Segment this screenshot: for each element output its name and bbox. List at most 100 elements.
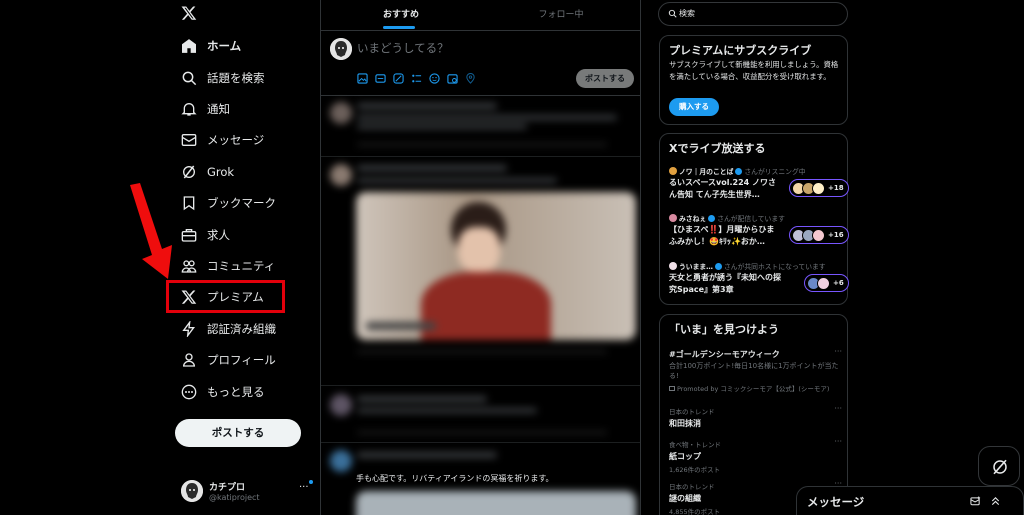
post-button[interactable]: ポストする (175, 419, 301, 447)
live-host: ノワ｜月のことば さんがリスニング中 (669, 166, 806, 176)
trends-card: 「いま」を見つけよう #ゴールデンシーモアウィーク 合計100万ポイント!毎日1… (659, 314, 848, 515)
account-handle: @katiproject (209, 493, 260, 502)
subscribe-button[interactable]: 購入する (669, 98, 719, 116)
live-item[interactable]: ういまま… さんが共同ホストになっています 天女と勇者が誘う『未知への探究Spac… (669, 261, 849, 303)
subscribe-title: プレミアムにサブスクライブ (669, 44, 812, 57)
highlight-box (166, 280, 285, 313)
tweet-text: 手も心配です。リバティアイランドの冥福を祈ります。 (356, 474, 554, 483)
new-message-icon[interactable] (970, 496, 981, 507)
schedule-icon[interactable] (447, 73, 458, 84)
location-icon[interactable] (465, 73, 476, 84)
chevron-up-icon[interactable] (990, 495, 1001, 507)
trend-name: 紙コップ (669, 452, 701, 461)
composer-post-button[interactable]: ポストする (576, 69, 634, 88)
verified-icon (708, 215, 716, 222)
search-input[interactable]: 検索 (658, 2, 848, 26)
bell-icon (181, 103, 197, 116)
live-item[interactable]: みさねぇ さんが配信しています 【ひまスペ‼️】月曜からひまふみかし！🤩ｷﾘｯ✨お… (669, 213, 849, 255)
emoji-icon[interactable] (429, 73, 440, 84)
more-icon[interactable]: ··· (834, 347, 842, 356)
trend-description: 合計100万ポイント!毎日10名様に1万ポイントが当たる! (669, 362, 839, 380)
image-icon[interactable] (357, 73, 368, 84)
search-placeholder: 検索 (679, 9, 695, 18)
nav-item-notifications[interactable]: 通知 (165, 94, 305, 124)
nav-item-label: メッセージ (207, 133, 265, 147)
person-icon (182, 353, 196, 367)
tab-following[interactable]: フォロー中 (481, 0, 640, 30)
community-icon (181, 260, 197, 273)
avatar (330, 38, 352, 60)
subscribe-body: サブスクライブして新機能を利用しましょう。資格を満たしている場合、収益配分を受け… (669, 60, 839, 81)
red-arrow-icon (130, 183, 172, 279)
poll-icon[interactable] (411, 73, 422, 84)
more-icon[interactable]: ··· (834, 437, 842, 446)
trend-name: 和田抹消 (669, 419, 701, 428)
divider (321, 95, 640, 96)
tweet-photo[interactable] (356, 491, 636, 515)
search-icon (182, 71, 197, 86)
more-icon[interactable]: ··· (299, 482, 309, 493)
tweet-photo (356, 192, 636, 340)
x-logo-icon[interactable] (181, 5, 197, 21)
right-sidebar: 検索 プレミアムにサブスクライブ サブスクライブして新機能を利用しましょう。資格… (658, 0, 850, 515)
trend-item[interactable]: 食べ物・トレンド 紙コップ 1,626件のポスト ··· (669, 437, 844, 474)
nav-item-label: 認証済み組織 (207, 322, 276, 336)
more-icon[interactable]: ··· (834, 404, 842, 413)
nav-item-grok[interactable]: Grok (165, 157, 305, 187)
avatar (181, 480, 203, 502)
trend-name: #ゴールデンシーモアウィーク (669, 350, 780, 359)
mail-icon (181, 134, 197, 146)
messages-drawer[interactable]: メッセージ (796, 486, 1024, 515)
nav-item-messages[interactable]: メッセージ (165, 125, 305, 155)
live-card: Xでライブ放送する ノワ｜月のことば さんがリスニング中 るいスペースvol.22… (659, 133, 849, 305)
home-icon (182, 39, 196, 53)
more-circle-icon (181, 384, 197, 400)
live-item-title: 【ひまスペ‼️】月曜からひまふみかし！🤩ｷﾘｯ✨おか… (669, 225, 775, 246)
main-feed: おすすめ フォロー中 いまどうしてる？ ポストする 手も心配です。リバティアイラ… (320, 0, 641, 515)
bookmark-icon (183, 196, 195, 211)
search-icon (668, 9, 677, 18)
gif-icon[interactable] (375, 73, 386, 84)
composer-input[interactable]: いまどうしてる？ (357, 40, 449, 56)
nav-item-label: 通知 (207, 102, 230, 116)
active-tab-indicator (383, 26, 415, 29)
divider (321, 385, 640, 386)
divider (321, 442, 640, 443)
trends-title: 「いま」を見つけよう (669, 323, 779, 336)
trend-count: 1,626件のポスト (669, 466, 721, 474)
divider (321, 156, 640, 157)
live-item-title: 天女と勇者が誘う『未知への探究Space』第3章 (669, 273, 781, 294)
trend-item[interactable]: 日本のトレンド 和田抹消 ··· (669, 404, 844, 429)
verified-icon (735, 168, 743, 175)
nav-item-communities[interactable]: コミュニティ (165, 251, 305, 281)
nav-item-jobs[interactable]: 求人 (165, 220, 305, 250)
nav-item-label: ブックマーク (207, 196, 276, 210)
nav-item-bookmarks[interactable]: ブックマーク (165, 188, 305, 218)
grok-compose-icon[interactable] (393, 73, 404, 84)
nav-item-home[interactable]: ホーム (165, 31, 305, 61)
live-host: みさねぇ さんが配信しています (669, 213, 785, 223)
nav-item-profile[interactable]: プロフィール (165, 345, 305, 375)
verified-icon (714, 263, 722, 270)
trend-item[interactable]: #ゴールデンシーモアウィーク 合計100万ポイント!毎日10名様に1万ポイントが… (669, 347, 844, 393)
trend-promoted: Promoted by コミックシーモア【公式】(シーモア) (669, 383, 844, 393)
grok-button[interactable] (978, 446, 1020, 486)
nav-item-verified-orgs[interactable]: 認証済み組織 (165, 314, 305, 344)
grok-icon (183, 165, 195, 179)
live-item-title: るいスペースvol.224 ノワさん告知 てん子先生世界… (669, 178, 777, 199)
nav-item-more[interactable]: もっと見る (165, 377, 305, 407)
account-switcher[interactable]: カチプロ @katiproject ··· (181, 478, 313, 508)
briefcase-icon (181, 229, 197, 242)
nav-item-label: 求人 (207, 228, 230, 242)
left-navigation: ホーム 話題を検索 通知 メッセージ Grok ブックマーク 求人 コミュニティ… (165, 0, 320, 515)
nav-item-explore[interactable]: 話題を検索 (165, 63, 305, 93)
unread-dot (309, 480, 313, 484)
nav-item-label: 話題を検索 (207, 71, 265, 85)
grok-icon (993, 459, 1007, 475)
trend-context: 日本のトレンド (669, 408, 715, 416)
nav-item-label: コミュニティ (207, 259, 276, 273)
listeners-pill: +6 (804, 274, 849, 292)
live-item[interactable]: ノワ｜月のことば さんがリスニング中 るいスペースvol.224 ノワさん告知 て… (669, 166, 849, 208)
nav-item-label: Grok (207, 165, 235, 179)
live-title: Xでライブ放送する (669, 142, 766, 155)
